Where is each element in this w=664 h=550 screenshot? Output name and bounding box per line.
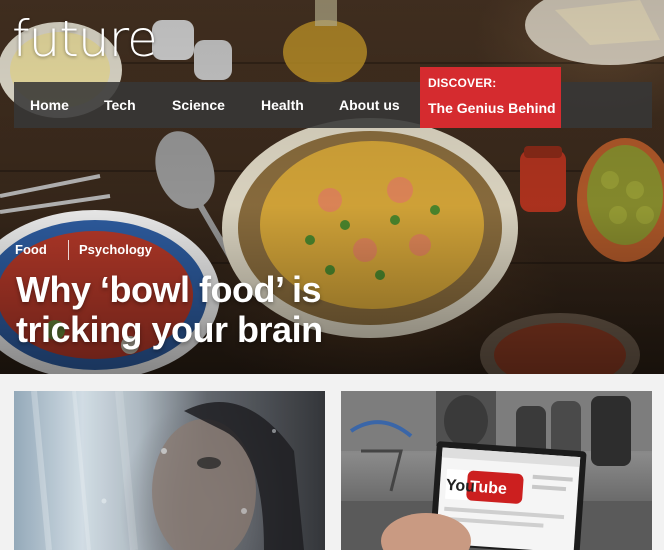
article-card-youtube-laptop[interactable]: You Tube xyxy=(341,391,652,550)
hero-headline[interactable]: Why ‘bowl food’ is tricking your brain xyxy=(16,270,436,350)
nav-item-health[interactable]: Health xyxy=(261,82,304,128)
article-card-rainy-window[interactable] xyxy=(14,391,325,550)
hero-section[interactable]: future Home Tech Science Health About us… xyxy=(0,0,664,374)
tag-food[interactable]: Food xyxy=(15,242,47,257)
nav-item-home[interactable]: Home xyxy=(30,82,69,128)
nav-item-about-us[interactable]: About us xyxy=(339,82,400,128)
youtube-logo-tube: Tube xyxy=(469,478,507,498)
nav-item-tech[interactable]: Tech xyxy=(104,82,136,128)
site-logo[interactable]: future xyxy=(12,14,158,64)
article-card-image: You Tube xyxy=(341,391,652,550)
tag-divider xyxy=(68,240,69,260)
article-card-image xyxy=(14,391,325,550)
discover-label: DISCOVER: xyxy=(428,76,497,90)
tag-psychology[interactable]: Psychology xyxy=(79,242,152,257)
discover-title: The Genius Behind xyxy=(428,100,556,116)
discover-promo-button[interactable]: DISCOVER: The Genius Behind xyxy=(420,67,561,128)
nav-item-science[interactable]: Science xyxy=(172,82,225,128)
